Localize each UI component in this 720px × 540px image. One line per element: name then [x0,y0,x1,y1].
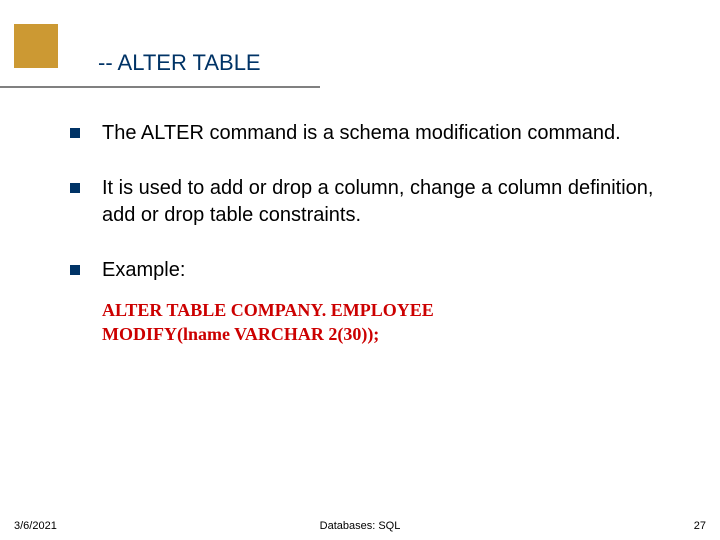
bullet-text: Example: [102,257,185,284]
footer-date: 3/6/2021 [14,520,57,532]
bullet-square-icon [70,128,80,138]
code-example: ALTER TABLE COMPANY. EMPLOYEE MODIFY(lna… [102,298,680,347]
slide-title: -- ALTER TABLE [98,50,261,76]
bullet-item: The ALTER command is a schema modificati… [70,120,680,147]
slide: -- ALTER TABLE The ALTER command is a sc… [0,0,720,540]
bullet-square-icon [70,183,80,193]
bullet-text: The ALTER command is a schema modificati… [102,120,621,147]
body-content: The ALTER command is a schema modificati… [70,120,680,347]
bullet-item: It is used to add or drop a column, chan… [70,175,680,229]
footer-title: Databases: SQL [320,520,401,532]
bullet-square-icon [70,265,80,275]
code-line: ALTER TABLE COMPANY. EMPLOYEE [102,298,680,322]
footer-page-number: 27 [694,520,706,532]
title-block: -- ALTER TABLE [0,44,320,88]
code-line: MODIFY(lname VARCHAR 2(30)); [102,322,680,346]
bullet-text: It is used to add or drop a column, chan… [102,175,680,229]
title-underline [0,86,320,88]
bullet-item: Example: [70,257,680,284]
title-accent-box [14,24,58,68]
